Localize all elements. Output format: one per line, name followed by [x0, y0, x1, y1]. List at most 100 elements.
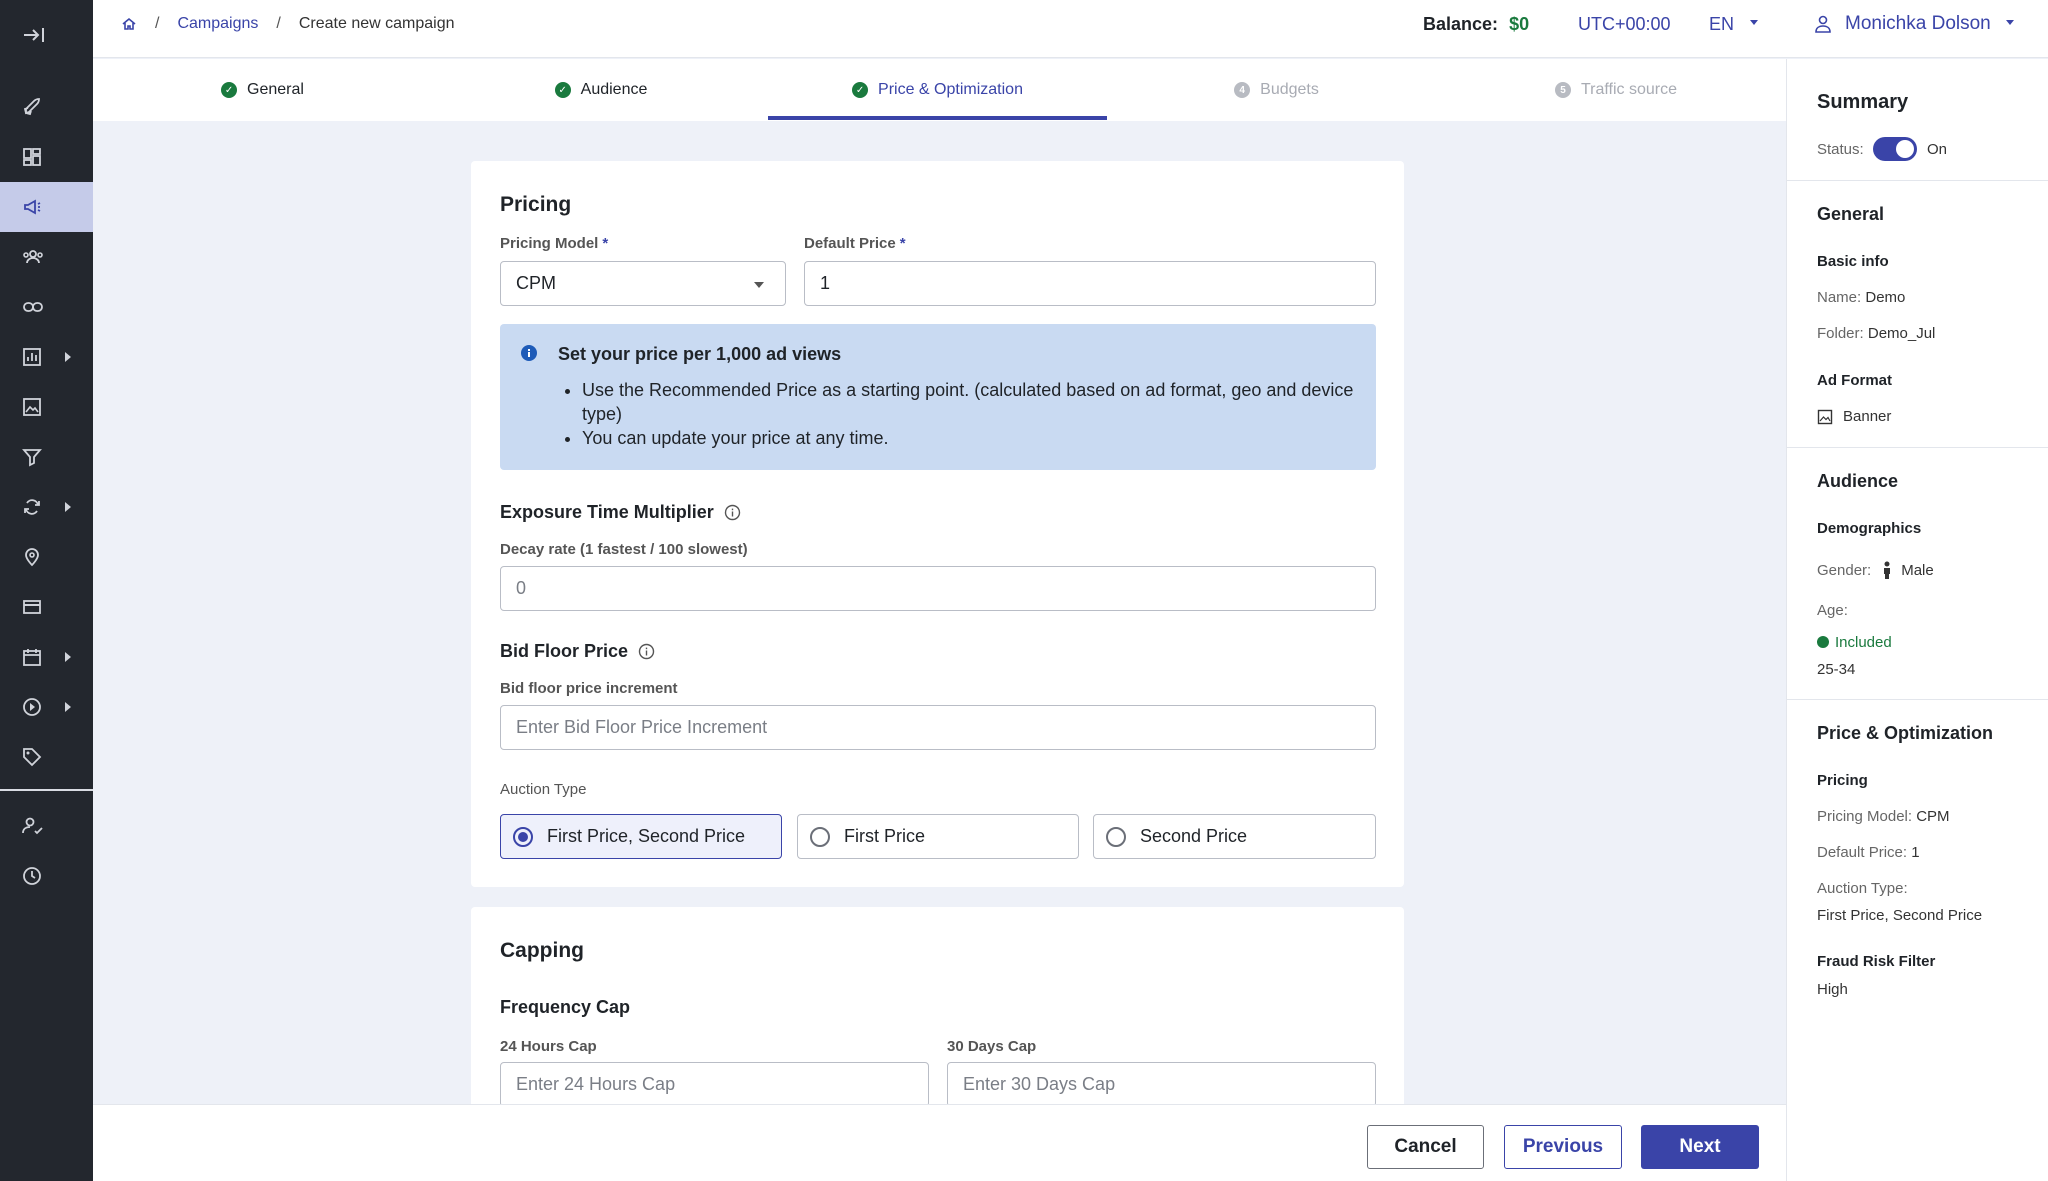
- info-title: Set your price per 1,000 ad views: [558, 344, 842, 364]
- status-toggle[interactable]: [1873, 137, 1917, 161]
- pricing-model-value: CPM: [1916, 808, 1950, 825]
- bid-floor-label: Bid floor price increment: [500, 680, 678, 697]
- required-mark: *: [602, 235, 609, 252]
- gender-value: Male: [1901, 561, 1934, 579]
- summary-fraud-title: Fraud Risk Filter: [1817, 953, 1936, 970]
- user-menu[interactable]: Monichka Dolson: [1815, 13, 1991, 35]
- summary-title: Summary: [1817, 91, 1909, 113]
- summary-pricing-sub: Pricing: [1817, 772, 1868, 789]
- timezone-selector[interactable]: UTC+00:00: [1578, 14, 1671, 35]
- balance-label: Balance:: [1423, 14, 1499, 34]
- step-label: Price & Optimization: [878, 81, 1023, 98]
- nav-history[interactable]: [0, 851, 93, 901]
- home-icon[interactable]: [121, 16, 137, 32]
- left-nav-rail: [0, 0, 93, 1181]
- expand-arrow-icon: [24, 28, 44, 42]
- nav-dashboard[interactable]: [0, 132, 93, 182]
- default-price-input[interactable]: 1: [804, 261, 1376, 306]
- breadcrumb: / Campaigns / Create new campaign: [121, 15, 454, 33]
- cancel-button[interactable]: Cancel: [1367, 1125, 1484, 1169]
- name-value: Demo: [1865, 289, 1906, 306]
- nav-media[interactable]: [0, 682, 93, 732]
- user-check-icon: [22, 817, 43, 835]
- nav-locations[interactable]: [0, 532, 93, 582]
- caret-right-icon: [65, 702, 71, 712]
- nav-reports[interactable]: [0, 332, 93, 382]
- nav-filters[interactable]: [0, 432, 93, 482]
- summary-ad-format-title: Ad Format: [1817, 372, 1892, 389]
- included-dot-icon: [1817, 636, 1829, 648]
- pricing-model-select[interactable]: CPM: [500, 261, 786, 306]
- calendar-icon: [23, 649, 41, 666]
- auction-option-first[interactable]: First Price: [797, 814, 1079, 859]
- summary-gender: Gender: Male: [1817, 561, 1934, 579]
- auction-option-label: First Price: [844, 826, 925, 846]
- caret-right-icon: [65, 652, 71, 662]
- age-label: Age:: [1817, 602, 1848, 619]
- nav-audiences[interactable]: [0, 232, 93, 282]
- image-icon: [23, 398, 41, 416]
- folder-value: Demo_Jul: [1867, 325, 1936, 342]
- info-outline-icon[interactable]: [638, 643, 655, 660]
- check-circle-icon: ✓: [852, 82, 869, 98]
- caret-right-icon: [65, 352, 71, 362]
- pricing-model-value: CPM: [516, 273, 556, 293]
- summary-divider: [1787, 447, 2048, 448]
- step-general[interactable]: ✓ General: [93, 59, 432, 121]
- nav-account[interactable]: [0, 801, 93, 851]
- bid-floor-title: Bid Floor Price: [500, 641, 629, 661]
- nav-schedule[interactable]: [0, 632, 93, 682]
- pricing-card: Pricing Pricing Model * CPM Default Price…: [471, 161, 1404, 887]
- cap-24h-input[interactable]: Enter 24 Hours Cap: [500, 1062, 929, 1107]
- link-icon: [23, 302, 43, 312]
- location-pin-icon: [25, 548, 39, 567]
- rocket-icon: [23, 98, 40, 116]
- nav-links[interactable]: [0, 282, 93, 332]
- chevron-down-icon[interactable]: [2005, 19, 2015, 27]
- nav-launch[interactable]: [0, 82, 93, 132]
- nav-sync[interactable]: [0, 482, 93, 532]
- pricing-info-box: Set your price per 1,000 ad views Use th…: [500, 324, 1376, 470]
- tag-icon: [23, 748, 42, 767]
- cap-24h-label: 24 Hours Cap: [500, 1038, 597, 1055]
- folder-label: Folder:: [1817, 325, 1864, 342]
- info-bullet: Use the Recommended Price as a starting …: [582, 378, 1362, 426]
- step-budgets[interactable]: 4 Budgets: [1107, 59, 1446, 121]
- check-circle-icon: ✓: [554, 82, 571, 98]
- auction-option-label: First Price, Second Price: [547, 826, 746, 846]
- previous-button[interactable]: Previous: [1504, 1125, 1622, 1169]
- pricing-title: Pricing: [500, 193, 572, 216]
- auction-option-first-second[interactable]: First Price, Second Price: [500, 814, 782, 859]
- frequency-cap-heading: Frequency Cap: [500, 997, 631, 1017]
- step-traffic-source[interactable]: 5 Traffic source: [1446, 59, 1786, 121]
- summary-default-price: Default Price: 1: [1817, 844, 1920, 861]
- auction-option-second[interactable]: Second Price: [1093, 814, 1376, 859]
- bid-floor-input[interactable]: Enter Bid Floor Price Increment: [500, 705, 1376, 750]
- info-list: Use the Recommended Price as a starting …: [582, 378, 1362, 450]
- language-selector[interactable]: EN: [1709, 14, 1734, 35]
- sync-icon: [24, 499, 40, 515]
- nav-creatives[interactable]: [0, 382, 93, 432]
- next-button[interactable]: Next: [1641, 1125, 1759, 1169]
- step-price-optimization[interactable]: ✓ Price & Optimization: [768, 59, 1107, 121]
- nav-tags[interactable]: [0, 732, 93, 782]
- breadcrumb-campaigns-link[interactable]: Campaigns: [177, 15, 258, 33]
- step-label: General: [247, 81, 304, 98]
- expand-nav-button[interactable]: [0, 10, 93, 60]
- user-icon: [1815, 15, 1831, 33]
- summary-age-value: 25-34: [1817, 661, 1856, 678]
- decay-rate-input[interactable]: 0: [500, 566, 1376, 611]
- nav-campaigns[interactable]: [0, 182, 93, 232]
- step-number: 4: [1234, 82, 1251, 98]
- cap-30d-input[interactable]: Enter 30 Days Cap: [947, 1062, 1376, 1107]
- summary-fraud-value: High: [1817, 981, 1848, 998]
- step-audience[interactable]: ✓ Audience: [432, 59, 770, 121]
- cap-30d-label: 30 Days Cap: [947, 1038, 1037, 1055]
- caret-right-icon: [65, 502, 71, 512]
- info-outline-icon[interactable]: [724, 504, 741, 521]
- chevron-down-icon[interactable]: [1749, 19, 1759, 27]
- summary-demographics: Demographics: [1817, 520, 1922, 537]
- radio-selected-icon: [513, 826, 533, 847]
- nav-billing[interactable]: [0, 582, 93, 632]
- gender-label: Gender:: [1817, 561, 1872, 579]
